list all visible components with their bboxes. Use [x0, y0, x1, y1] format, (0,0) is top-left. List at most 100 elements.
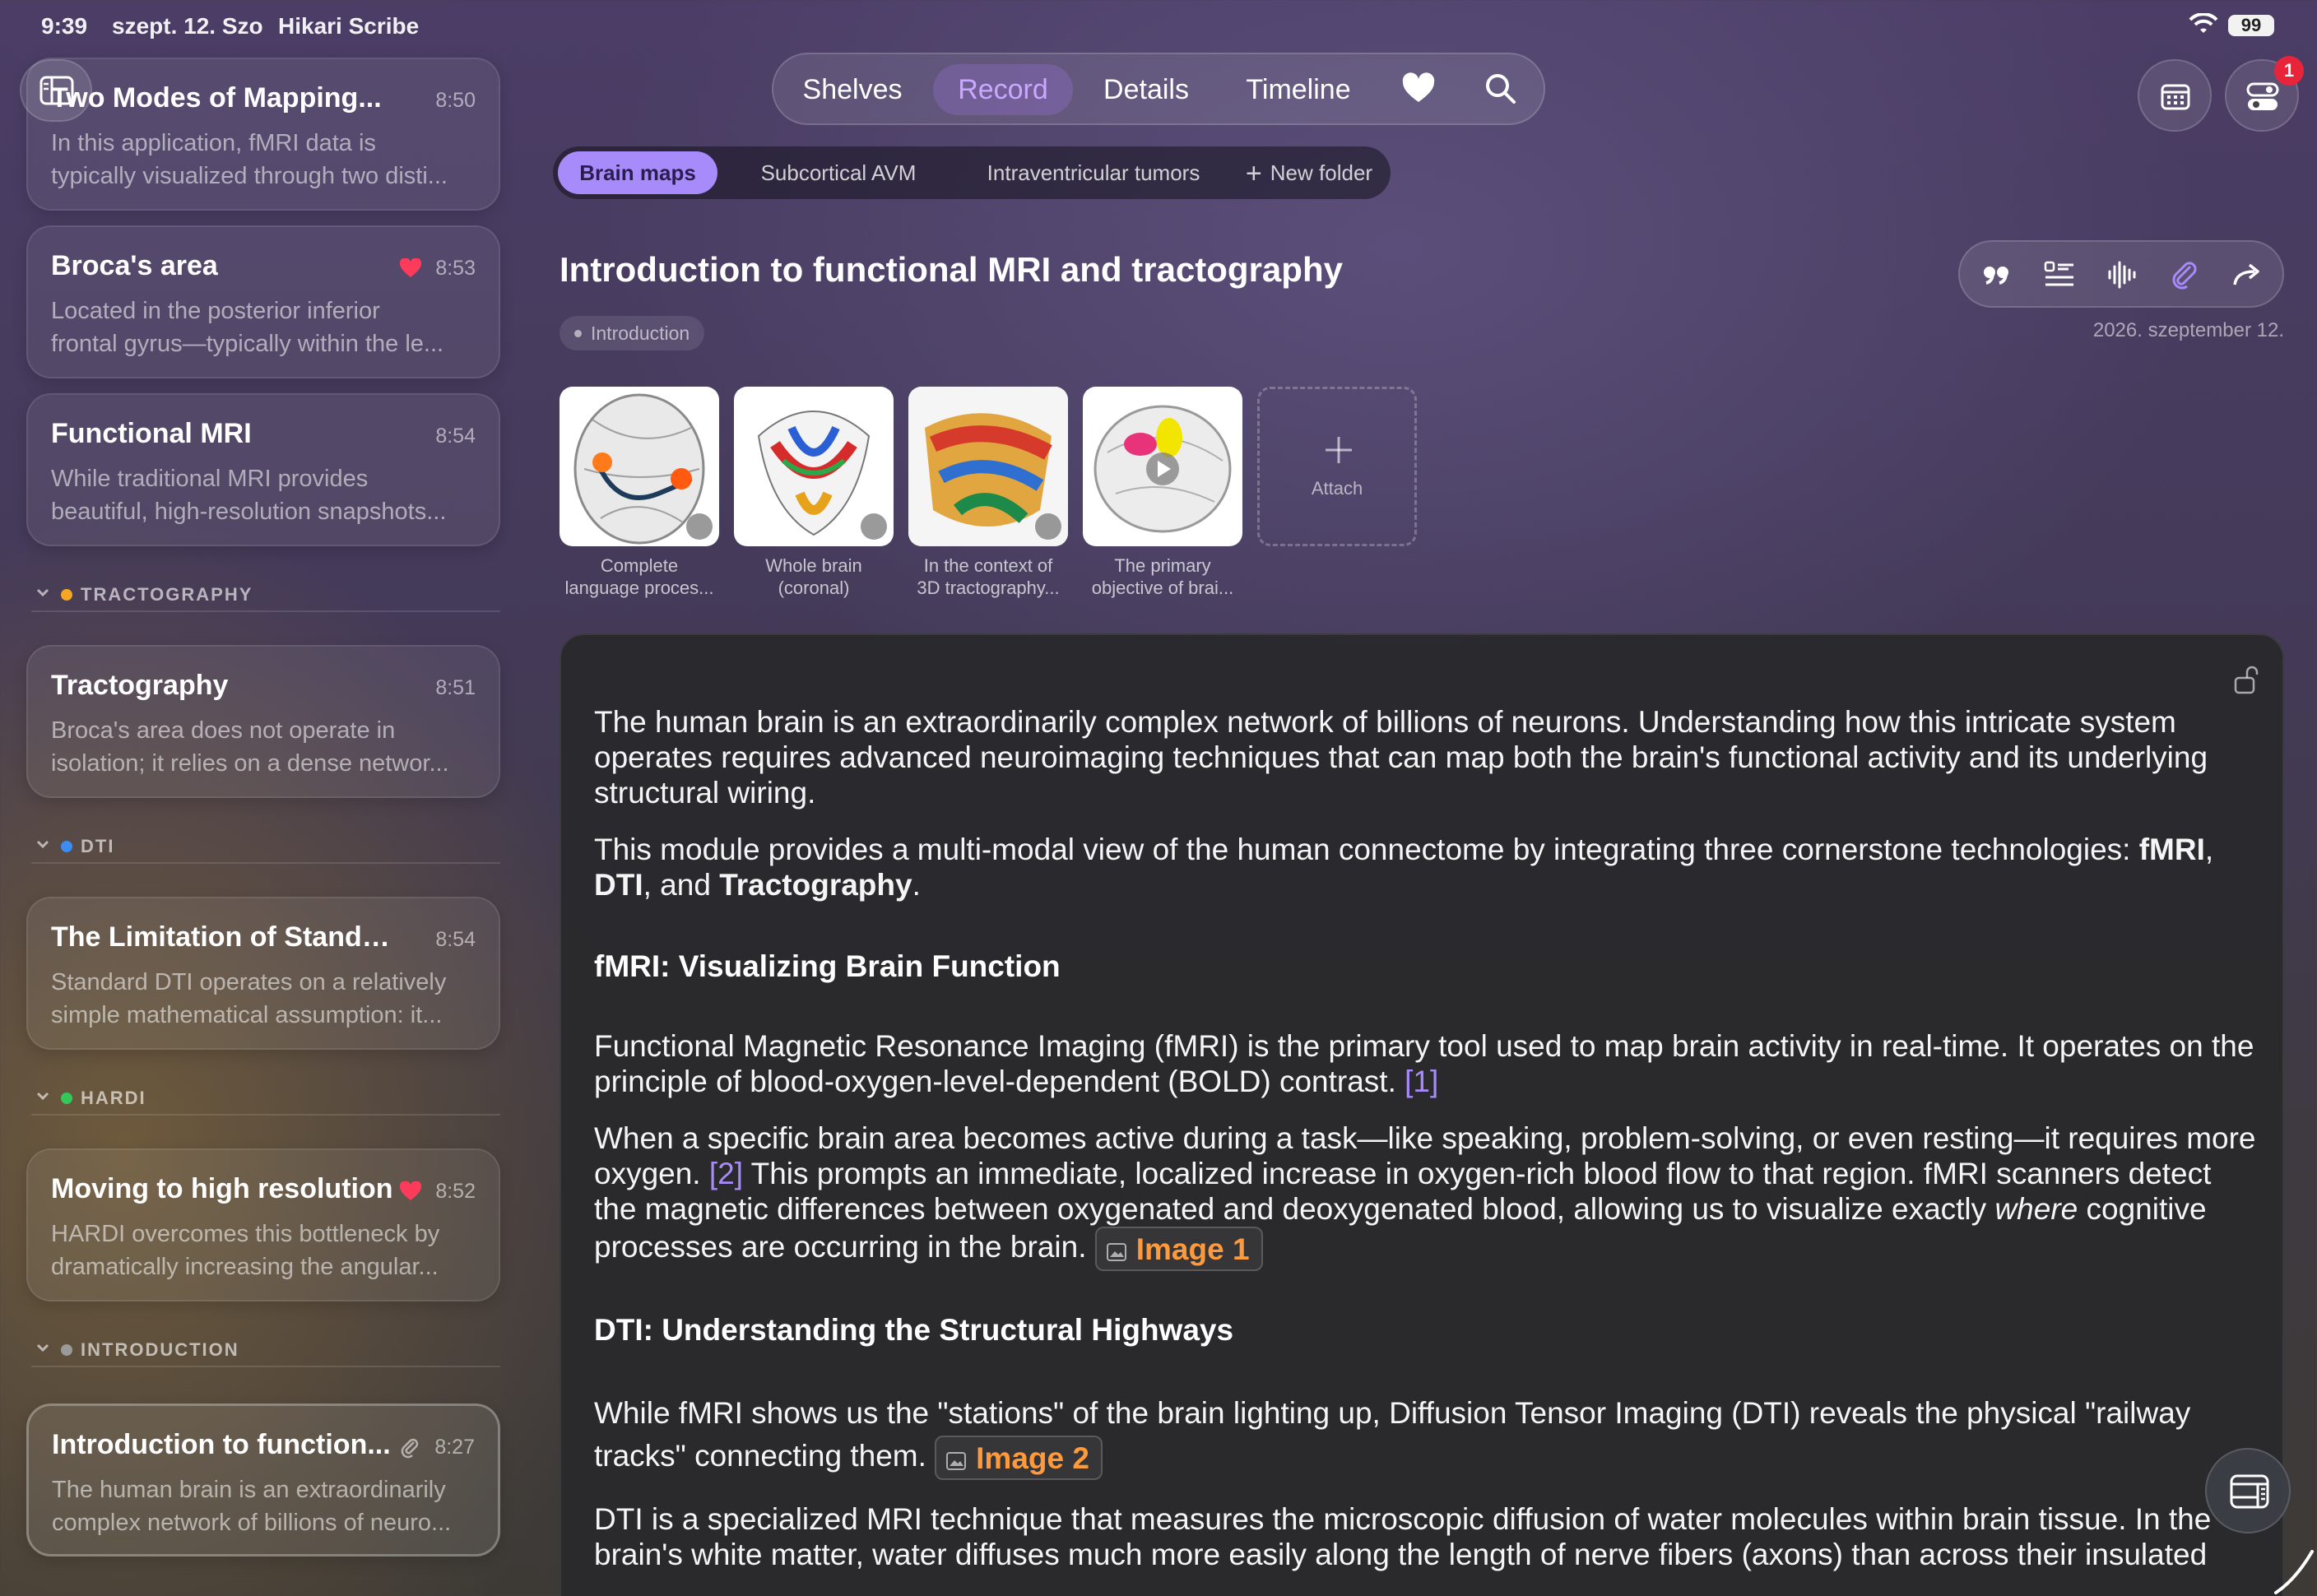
toggles-icon [2246, 82, 2279, 110]
heart-icon[interactable] [1400, 71, 1437, 107]
paragraph: DTI is a specialized MRI technique that … [594, 1502, 2212, 1572]
note-card-preview: Located in the posterior inferior frontal… [51, 298, 444, 357]
citation-link[interactable]: [1] [1405, 1065, 1438, 1098]
audio-waveform-icon[interactable] [2106, 260, 2138, 290]
note-editor[interactable]: The human brain is an extraordinarily co… [560, 633, 2284, 1596]
search-icon[interactable] [1483, 71, 1519, 107]
attachment-caption: Whole brain (coronal) [765, 555, 862, 598]
attachment-caption: The primary objective of brai... [1091, 555, 1234, 598]
share-icon[interactable] [2231, 260, 2263, 290]
note-card-title: Functional MRI [51, 418, 252, 449]
folder-brain-maps[interactable]: Brain maps [558, 151, 717, 194]
section-label: TRACTOGRAPHY [81, 584, 253, 605]
tab-shelves[interactable]: Shelves [790, 64, 915, 115]
plus-icon [1326, 437, 1352, 463]
status-date: szept. 12. Szo [112, 13, 263, 39]
section-label: DTI [81, 836, 115, 856]
chevron-down-icon [36, 1343, 49, 1352]
favorite-heart-icon [400, 1181, 421, 1200]
battery-indicator: 99 [2228, 15, 2274, 36]
calendar-button[interactable] [2138, 59, 2212, 132]
attachment-thumbnail[interactable] [560, 387, 719, 546]
section-header-tractography[interactable]: TRACTOGRAPHY [31, 579, 500, 612]
note-title[interactable]: Introduction to functional MRI and tract… [560, 250, 1343, 290]
attach-button[interactable]: Attach [1257, 387, 1417, 546]
heading: DTI: Understanding the Structural Highwa… [594, 1313, 1234, 1347]
note-card[interactable]: The Limitation of Standar... 8:54 Standa… [26, 897, 500, 1050]
folder-bar: Brain maps Subcortical AVM Intraventricu… [553, 146, 1391, 199]
image-badge-icon [686, 513, 713, 540]
note-card-selected[interactable]: Introduction to function... 8:27 The hum… [26, 1403, 500, 1557]
note-card[interactable]: Moving to high resolution 8:52 HARDI ove… [26, 1148, 500, 1301]
section-color-dot [61, 1344, 72, 1356]
section-header-dti[interactable]: DTI [31, 831, 500, 864]
chevron-down-icon [36, 588, 49, 597]
folder-subcortical-avm[interactable]: Subcortical AVM [729, 151, 948, 194]
attachment-icon[interactable] [2169, 260, 2200, 290]
section-header-introduction[interactable]: INTRODUCTION [31, 1334, 500, 1367]
brain-image [1093, 405, 1232, 533]
heading: fMRI: Visualizing Brain Function [594, 949, 1061, 983]
sidebar-icon [39, 76, 74, 105]
note-toolbar [1958, 240, 2284, 308]
paragraph: While fMRI shows us the "stations" of th… [594, 1392, 2256, 1481]
note-card-preview: Broca's area does not operate in isolatio… [51, 717, 449, 777]
note-card-title: Two Modes of Mapping... [51, 82, 382, 114]
note-card-time: 8:54 [435, 928, 476, 951]
wifi-icon [2189, 13, 2218, 33]
layout-toggle-button[interactable] [2205, 1448, 2291, 1533]
quote-icon[interactable] [1981, 260, 2013, 290]
status-app-name: Hikari Scribe [278, 13, 420, 39]
image-reference-chip[interactable]: Image 2 [935, 1436, 1103, 1481]
note-card[interactable]: Functional MRI 8:54 While traditional MR… [26, 393, 500, 546]
status-time: 9:39 [41, 13, 88, 39]
tab-details[interactable]: Details [1084, 64, 1208, 115]
attachment-thumbnail[interactable] [1083, 387, 1242, 546]
checklist-icon[interactable] [2044, 260, 2075, 290]
section-label: INTRODUCTION [81, 1339, 239, 1360]
attachment-thumbnail[interactable] [908, 387, 1068, 546]
section-header-hardi[interactable]: HARDI [31, 1083, 500, 1116]
section-label: HARDI [81, 1088, 146, 1108]
note-card-preview: The human brain is an extraordinarily com… [52, 1477, 452, 1536]
attachment-thumbnail[interactable] [734, 387, 894, 546]
editor-content[interactable]: The human brain is an extraordinarily co… [594, 704, 2256, 1594]
note-card-preview: Standard DTI operates on a relatively sim… [51, 969, 447, 1028]
note-date: 2026. szeptember 12. [2092, 319, 2284, 341]
note-card[interactable]: Tractography 8:51 Broca's area does not … [26, 645, 500, 798]
notification-badge: 1 [2274, 56, 2304, 86]
paragraph: The human brain is an extraordinarily co… [594, 705, 2208, 810]
note-card-title: Broca's area [51, 250, 218, 281]
note-card-time: 8:50 [435, 89, 476, 112]
sidebar-toggle-button[interactable] [20, 59, 92, 122]
image-badge-icon [861, 513, 887, 540]
unlock-icon[interactable] [2233, 665, 2259, 694]
note-card[interactable]: Two Modes of Mapping... 8:50 In this app… [26, 58, 500, 211]
tab-record[interactable]: Record [933, 64, 1073, 115]
favorite-heart-icon [400, 258, 421, 277]
image-icon [946, 1452, 967, 1471]
chevron-down-icon [36, 1092, 49, 1101]
note-card[interactable]: Broca's area 8:53 Located in the posteri… [26, 225, 500, 378]
note-tag[interactable]: Introduction [560, 316, 705, 350]
notes-sidebar: Two Modes of Mapping... 8:50 In this app… [26, 58, 500, 1596]
note-card-preview: HARDI overcomes this bottleneck by dramat… [51, 1221, 440, 1280]
plus-icon: + [1245, 158, 1262, 189]
image-icon [1106, 1243, 1126, 1261]
status-bar: 9:39 szept. 12. Szo Hikari Scribe 99 [0, 0, 2317, 53]
new-folder-button[interactable]: + New folder [1233, 151, 1386, 194]
note-card-title: Moving to high resolution [51, 1173, 393, 1204]
tab-timeline[interactable]: Timeline [1226, 64, 1371, 115]
citation-link[interactable]: [2] [709, 1157, 743, 1190]
folder-intraventricular-tumors[interactable]: Intraventricular tumors [956, 151, 1231, 194]
note-card-preview: While traditional MRI provides beautiful,… [51, 466, 447, 525]
paragraph: This module provides a multi-modal view … [594, 833, 2214, 902]
note-card-preview: In this application, fMRI data is typical… [51, 130, 448, 189]
image-reference-chip[interactable]: Image 1 [1094, 1227, 1263, 1271]
layout-icon [2230, 1474, 2269, 1509]
note-card-time: 8:27 [434, 1436, 475, 1459]
calendar-icon [2161, 84, 2190, 110]
tag-dot [574, 330, 582, 337]
tag-label: Introduction [591, 322, 690, 344]
note-card-time: 8:51 [435, 676, 476, 699]
